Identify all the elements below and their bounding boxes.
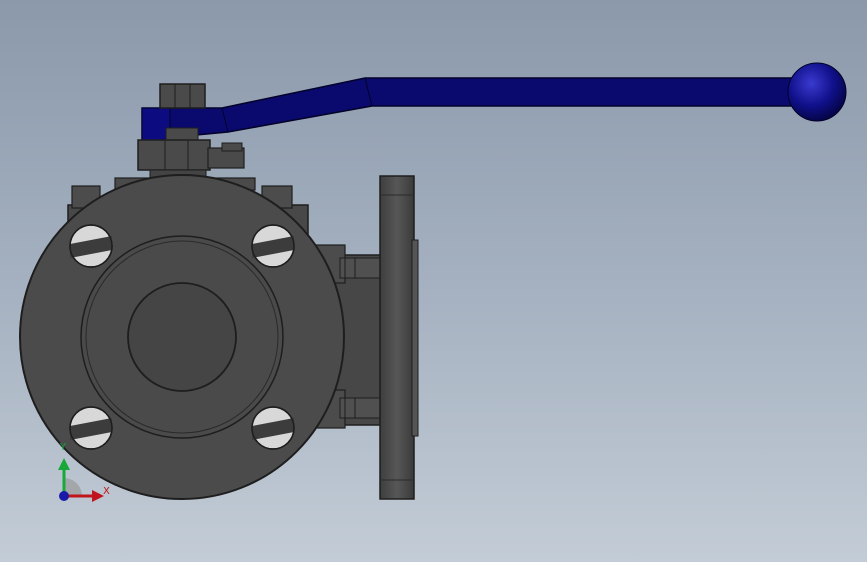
lever-handle[interactable] xyxy=(141,62,847,141)
triad-y-label: Y xyxy=(60,442,67,453)
front-flange xyxy=(19,174,345,500)
bolt-hole-top-right xyxy=(251,224,295,268)
bolt-hole-bottom-right xyxy=(251,406,295,450)
z-axis-dot xyxy=(59,491,69,501)
graphics-viewport[interactable]: Y X xyxy=(0,0,867,562)
triad-x-label: X xyxy=(103,486,110,497)
side-flange xyxy=(379,175,419,500)
handle-knob[interactable] xyxy=(787,62,847,122)
bonnet xyxy=(137,139,245,181)
bolt-hole-top-left xyxy=(69,224,113,268)
ball-valve-model[interactable] xyxy=(0,0,867,562)
bolt-hole-bottom-left xyxy=(69,406,113,450)
